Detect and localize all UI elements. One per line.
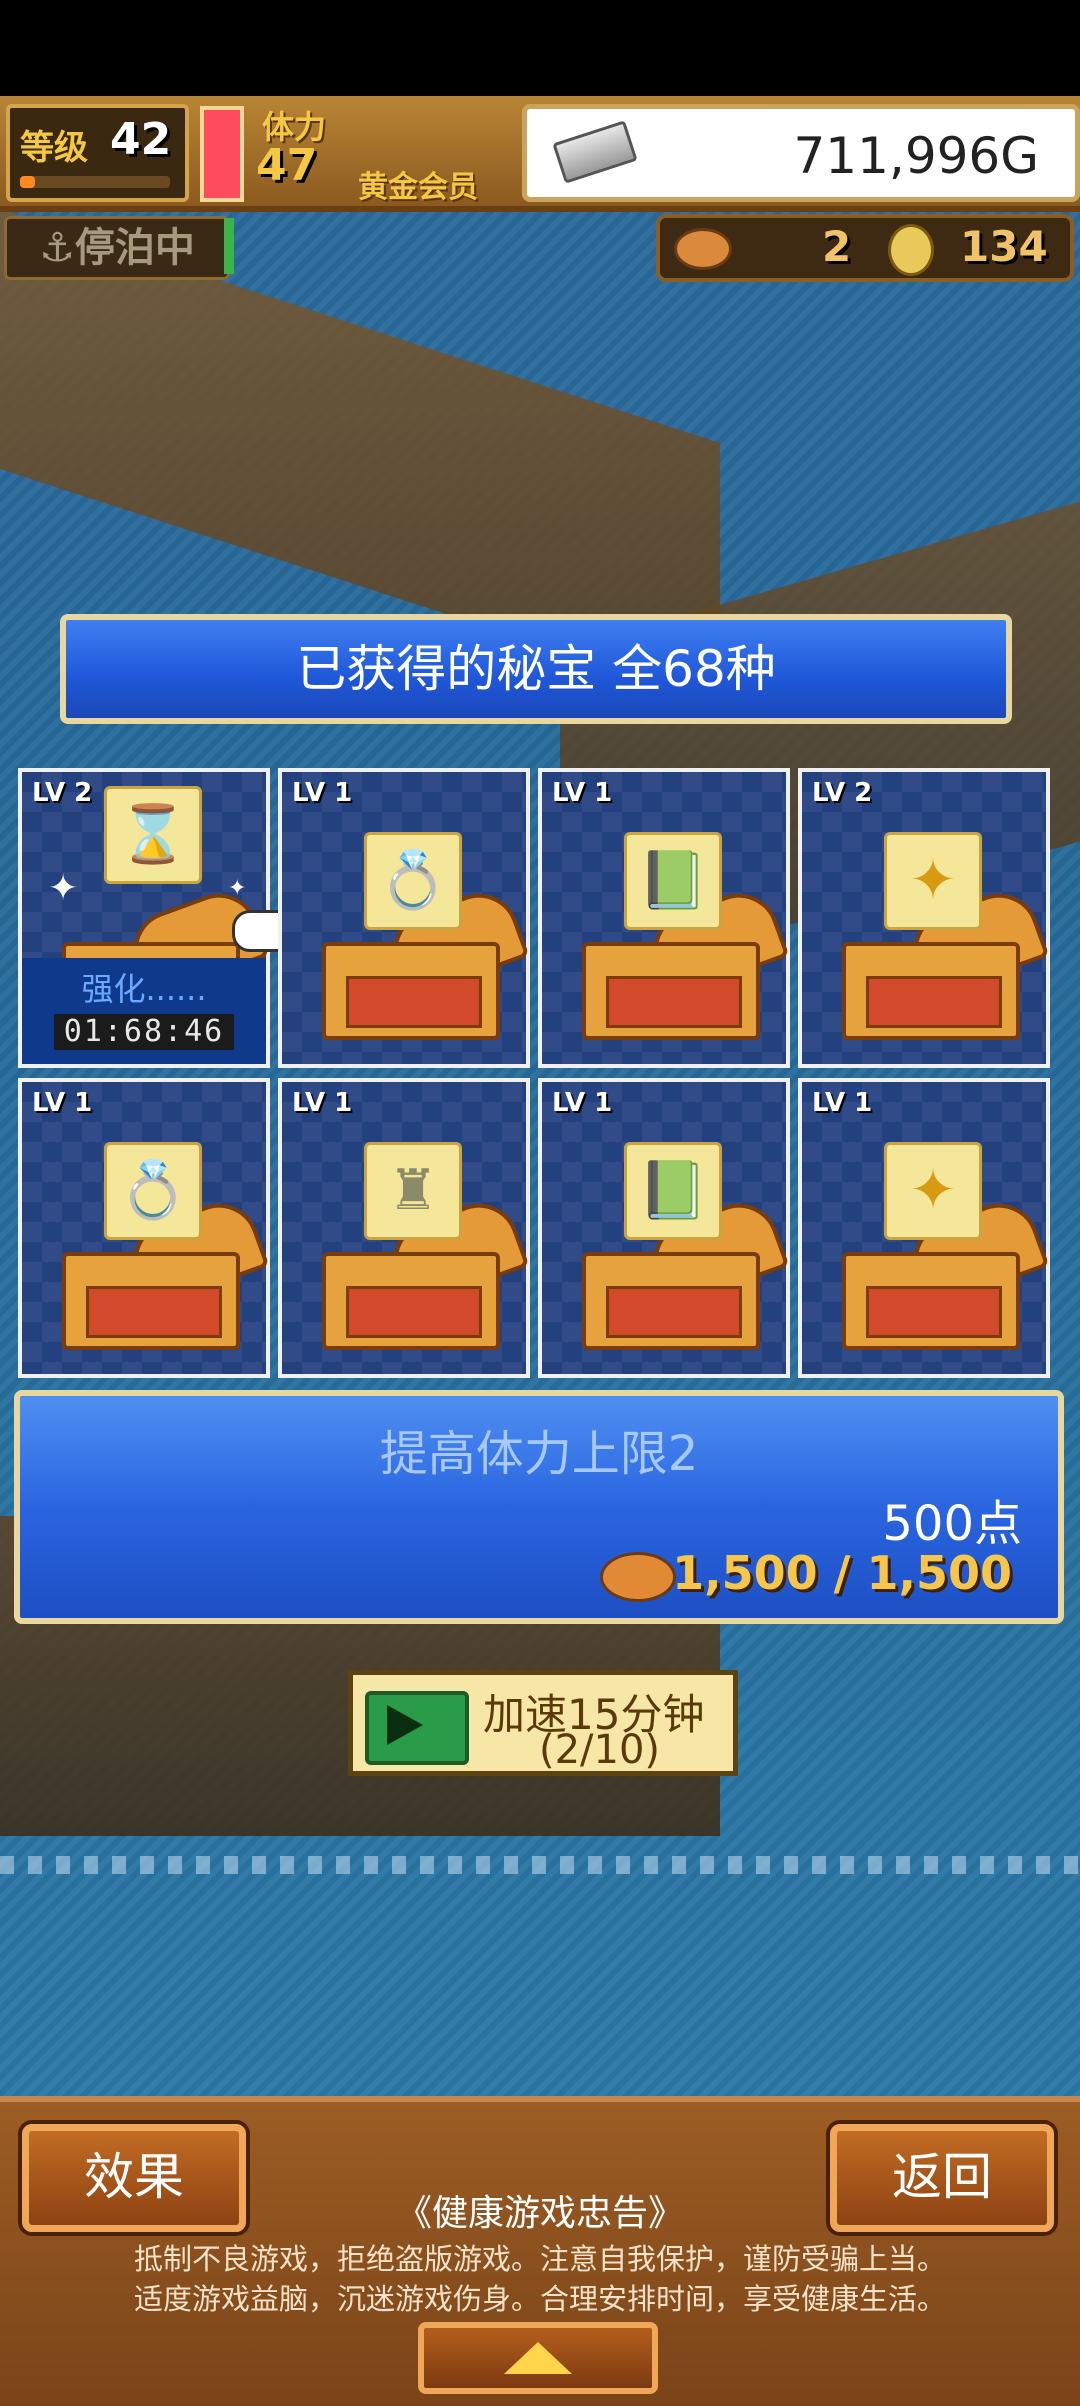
resource-panel: 2 134: [656, 214, 1074, 282]
treasure-level: LV 1: [552, 778, 613, 808]
top-hud: 等级 42 体力 47 黄金会员 711,996G: [0, 96, 1080, 212]
membership-badge: 黄金会员: [358, 170, 478, 205]
chest-body: [582, 942, 760, 1040]
book-glyph: 📗: [638, 848, 708, 913]
book-glyph: 📗: [638, 1158, 708, 1223]
ring-icon: 💍: [364, 832, 462, 930]
treasure-slot-8[interactable]: LV 1 ✦: [798, 1078, 1050, 1378]
golden-gem-icon: ✦: [884, 1142, 982, 1240]
meat-icon: [600, 1552, 676, 1602]
effect-description: 提高体力上限2: [379, 1426, 699, 1482]
green-book-icon: 📗: [624, 1142, 722, 1240]
enhance-timer: 01:68:46: [54, 1014, 234, 1050]
chest-body: [842, 942, 1020, 1040]
chest-body: [842, 1252, 1020, 1350]
anchor-icon: ⚓: [39, 225, 75, 271]
stamina-gauge: [200, 106, 244, 202]
treasure-level: LV 1: [812, 1088, 873, 1118]
treasure-slot-3[interactable]: LV 1 📗: [538, 768, 790, 1068]
treasure-level: LV 2: [32, 778, 93, 808]
golden-gem-icon: ✦: [884, 832, 982, 930]
treasure-level: LV 1: [552, 1088, 613, 1118]
enhance-label: 强化......: [81, 970, 207, 1008]
chest-band: [866, 976, 1002, 1028]
silver-bar-icon: [552, 120, 638, 184]
treasure-slot-1[interactable]: LV 2 ⌛ ✦ ✦ 强化...... 01:68:46: [18, 768, 298, 1068]
treasure-slot-4[interactable]: LV 2 ✦: [798, 768, 1050, 1068]
gem-glyph: ✦: [909, 1158, 957, 1223]
statue-icon: ♜: [364, 1142, 462, 1240]
treasure-level: LV 1: [32, 1088, 93, 1118]
chest-band: [346, 1286, 482, 1338]
sub-hud: ⚓停泊中 2 134: [0, 212, 1080, 282]
status-bar: [0, 0, 1080, 96]
ring-glyph: 💍: [378, 848, 448, 913]
chest-band: [606, 976, 742, 1028]
treasure-level: LV 1: [292, 1088, 353, 1118]
treasure-level: LV 1: [292, 778, 353, 808]
chest-band: [346, 976, 482, 1028]
medal-icon: [888, 224, 934, 276]
expand-up-button[interactable]: [418, 2322, 658, 2394]
treasure-slot-7[interactable]: LV 1 📗: [538, 1078, 790, 1378]
level-progress-bar: [20, 176, 170, 188]
statue-glyph: ♜: [387, 1158, 439, 1223]
treasure-slot-2[interactable]: LV 1 💍: [278, 768, 530, 1068]
level-value: 42: [110, 114, 172, 165]
treasure-slot-6[interactable]: LV 1 ♜: [278, 1078, 530, 1378]
sparkle-icon: ✦: [228, 876, 247, 901]
treasure-level: LV 2: [812, 778, 873, 808]
chest-body: [322, 942, 500, 1040]
chest-body: [62, 1252, 240, 1350]
treasure-grid: LV 2 ⌛ ✦ ✦ 强化...... 01:68:46 LV 1 💍 LV 1…: [18, 768, 1058, 1380]
play-triangle: [387, 1705, 423, 1745]
health-notice-line-2: 适度游戏益脑，沉迷游戏伤身。合理安排时间，享受健康生活。: [133, 2282, 946, 2316]
gem-glyph: ✦: [909, 848, 957, 913]
sparkle-icon: ✦: [48, 868, 79, 909]
chest-band: [606, 1286, 742, 1338]
treasure-info-panel: 提高体力上限2 500点 1,500 / 1,500: [14, 1390, 1064, 1624]
level-label: 等级: [20, 128, 88, 168]
resource-1-value: 2: [822, 222, 852, 271]
treasure-title-banner: 已获得的秘宝 全68种: [60, 614, 1012, 724]
ring-glyph: 💍: [118, 1158, 188, 1223]
gold-panel[interactable]: 711,996G: [522, 104, 1080, 202]
chest-band: [866, 1286, 1002, 1338]
health-notice-title: 《健康游戏忠告》: [395, 2193, 684, 2234]
health-notice-line-1: 抵制不良游戏，拒绝盗版游戏。注意自我保护，谨防受骗上当。: [133, 2242, 946, 2276]
treasure-slot-5[interactable]: LV 1 💍: [18, 1078, 270, 1378]
chest-body: [322, 1252, 500, 1350]
moored-status-button[interactable]: ⚓停泊中: [4, 216, 230, 280]
hourglass-glyph: ⌛: [118, 802, 188, 867]
treasure-title: 已获得的秘宝 全68种: [296, 640, 776, 698]
resource-2-value: 134: [960, 222, 1048, 271]
points-value: 500点: [882, 1496, 1022, 1552]
water-foam: [0, 1856, 1080, 1874]
moored-indicator: [224, 218, 234, 274]
level-panel: 等级 42: [6, 104, 189, 202]
moored-label: 停泊中: [74, 225, 195, 271]
stamina-value: 47: [256, 140, 318, 191]
speedup-count: (2/10): [539, 1727, 661, 1773]
cost-value: 1,500 / 1,500: [672, 1546, 1012, 1600]
stamina-gauge-fill: [204, 110, 240, 198]
level-progress-fill: [20, 176, 35, 188]
enhance-panel: 强化...... 01:68:46: [22, 958, 266, 1064]
meat-icon: [674, 228, 732, 270]
hourglass-icon: ⌛: [104, 786, 202, 884]
speedup-button[interactable]: 加速15分钟 (2/10): [348, 1670, 738, 1776]
arrow-up-icon: [504, 2342, 572, 2374]
ring-icon: 💍: [104, 1142, 202, 1240]
chest-body: [582, 1252, 760, 1350]
green-book-icon: 📗: [624, 832, 722, 930]
bottom-bar: 效果 返回 《健康游戏忠告》 抵制不良游戏，拒绝盗版游戏。注意自我保护，谨防受骗…: [0, 2096, 1080, 2406]
gold-value: 711,996G: [793, 127, 1039, 185]
tv-play-icon: [365, 1691, 469, 1765]
chest-band: [86, 1286, 222, 1338]
